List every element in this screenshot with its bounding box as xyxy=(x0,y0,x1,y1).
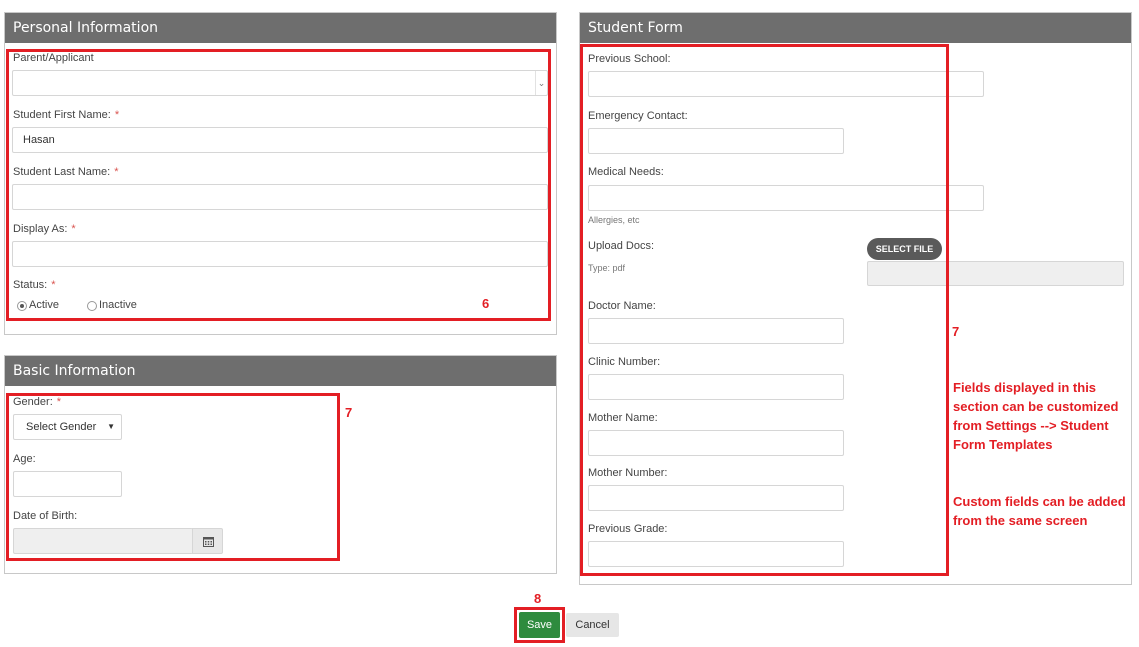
status-active-radio[interactable] xyxy=(17,301,27,311)
doctor-name-label: Doctor Name: xyxy=(588,300,656,312)
mother-number-input[interactable] xyxy=(588,485,844,511)
gender-select-value: Select Gender xyxy=(26,421,97,433)
status-active-label: Active xyxy=(29,299,59,311)
status-label: Status: * xyxy=(13,279,56,291)
gender-label: Gender: * xyxy=(13,396,62,408)
student-first-name-label: Student First Name: * xyxy=(13,109,120,121)
annotation-number-7-basic: 7 xyxy=(345,405,353,420)
status-inactive-radio[interactable] xyxy=(87,301,97,311)
gender-select[interactable]: Select Gender ▼ xyxy=(13,414,122,440)
annotation-number-7-form: 7 xyxy=(952,324,960,339)
mother-number-label: Mother Number: xyxy=(588,467,668,479)
clinic-number-label: Clinic Number: xyxy=(588,356,661,368)
annotation-note-custom-fields: Custom fields can be added from the same… xyxy=(953,494,1126,528)
doctor-name-input[interactable] xyxy=(588,318,844,344)
medical-needs-hint: Allergies, etc xyxy=(588,215,640,225)
display-as-label: Display As: * xyxy=(13,223,76,235)
annotation-note-customize: Fields displayed in this section can be … xyxy=(953,380,1119,452)
date-of-birth-input[interactable] xyxy=(13,528,193,554)
medical-needs-label: Medical Needs: xyxy=(588,166,664,178)
status-inactive-label: Inactive xyxy=(99,299,137,311)
cancel-button[interactable]: Cancel xyxy=(566,613,619,637)
caret-down-icon: ▼ xyxy=(107,422,115,431)
previous-grade-input[interactable] xyxy=(588,541,844,567)
calendar-icon xyxy=(203,537,214,547)
upload-docs-hint: Type: pdf xyxy=(588,263,626,273)
upload-file-path xyxy=(867,261,1124,286)
parent-applicant-label: Parent/Applicant xyxy=(13,52,94,64)
student-last-name-label: Student Last Name: * xyxy=(13,166,119,178)
emergency-contact-input[interactable] xyxy=(588,128,844,154)
annotation-number-6: 6 xyxy=(482,296,490,311)
age-input[interactable] xyxy=(13,471,122,497)
student-form-title: Student Form xyxy=(580,13,1131,43)
date-of-birth-label: Date of Birth: xyxy=(13,510,78,522)
student-last-name-input[interactable] xyxy=(12,184,548,210)
basic-information-title: Basic Information xyxy=(5,356,556,386)
save-button[interactable]: Save xyxy=(519,612,560,638)
select-file-button[interactable]: SELECT FILE xyxy=(867,238,942,260)
student-first-name-input[interactable]: Hasan xyxy=(12,127,548,153)
display-as-input[interactable] xyxy=(12,241,548,267)
chevron-down-icon: ⌄ xyxy=(535,71,547,95)
personal-information-title: Personal Information xyxy=(5,13,556,43)
previous-grade-label: Previous Grade: xyxy=(588,523,668,535)
age-label: Age: xyxy=(13,453,36,465)
medical-needs-input[interactable] xyxy=(588,185,984,211)
previous-school-input[interactable] xyxy=(588,71,984,97)
upload-docs-label: Upload Docs: xyxy=(588,240,655,252)
calendar-button[interactable] xyxy=(192,528,223,554)
clinic-number-input[interactable] xyxy=(588,374,844,400)
emergency-contact-label: Emergency Contact: xyxy=(588,110,688,122)
previous-school-label: Previous School: xyxy=(588,53,671,65)
annotation-number-8: 8 xyxy=(534,591,542,606)
mother-name-input[interactable] xyxy=(588,430,844,456)
parent-applicant-select[interactable]: ⌄ xyxy=(12,70,548,96)
mother-name-label: Mother Name: xyxy=(588,412,658,424)
